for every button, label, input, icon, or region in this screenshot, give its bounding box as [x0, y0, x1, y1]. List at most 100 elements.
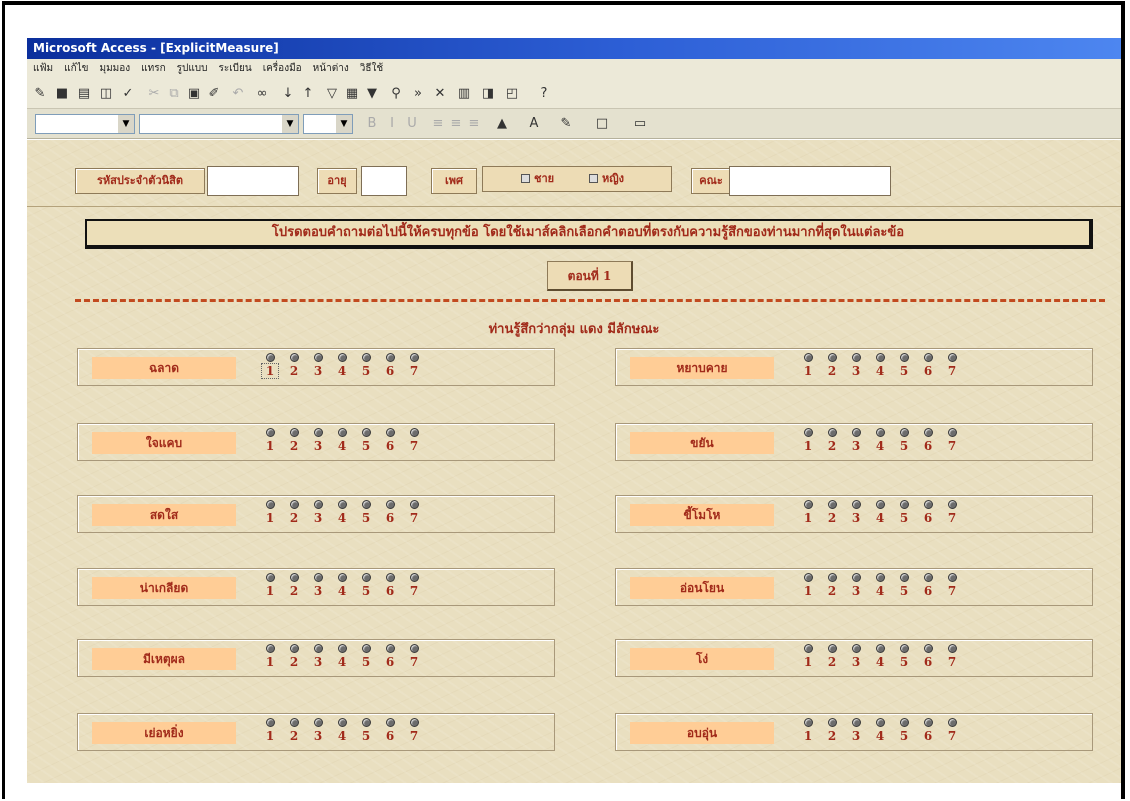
rating-option[interactable]: 7: [944, 573, 960, 603]
radio-button[interactable]: [899, 353, 909, 362]
menu-item[interactable]: หน้าต่าง: [313, 63, 349, 74]
rating-option[interactable]: 6: [920, 644, 936, 674]
rating-option[interactable]: 7: [406, 644, 422, 674]
align-left-icon[interactable]: ≡: [429, 115, 447, 133]
radio-button[interactable]: [409, 353, 419, 362]
rating-option[interactable]: 1: [800, 718, 816, 748]
menu-item[interactable]: แทรก: [141, 63, 165, 74]
copy-icon[interactable]: ⧉: [165, 85, 183, 103]
radio-button[interactable]: [313, 573, 323, 582]
rating-option[interactable]: 3: [310, 500, 326, 530]
rating-option[interactable]: 5: [358, 428, 374, 458]
radio-button[interactable]: [899, 500, 909, 509]
rating-option[interactable]: 7: [944, 353, 960, 383]
rating-option[interactable]: 1: [262, 718, 278, 748]
radio-button[interactable]: [361, 573, 371, 582]
rating-option[interactable]: 7: [944, 644, 960, 674]
radio-button[interactable]: [361, 500, 371, 509]
section-1-button[interactable]: ตอนที่ 1: [547, 261, 633, 291]
rating-option[interactable]: 3: [310, 573, 326, 603]
rating-option[interactable]: 4: [334, 573, 350, 603]
radio-button[interactable]: [265, 573, 275, 582]
radio-button[interactable]: [361, 644, 371, 653]
rating-option[interactable]: 6: [920, 353, 936, 383]
rating-option[interactable]: 5: [358, 500, 374, 530]
radio-button[interactable]: [313, 500, 323, 509]
rating-option[interactable]: 4: [872, 573, 888, 603]
font-size-combo[interactable]: ▼: [303, 114, 353, 134]
sort-descending-icon[interactable]: ↑: [299, 85, 317, 103]
rating-option[interactable]: 6: [920, 428, 936, 458]
faculty-input[interactable]: [729, 166, 891, 196]
radio-button[interactable]: [827, 573, 837, 582]
database-window-icon[interactable]: ◨: [479, 85, 497, 103]
radio-button[interactable]: [923, 353, 933, 362]
radio-button[interactable]: [875, 353, 885, 362]
radio-button[interactable]: [385, 353, 395, 362]
rating-option[interactable]: 1: [262, 428, 278, 458]
menu-item[interactable]: แก้ไข: [64, 63, 88, 74]
rating-option[interactable]: 1: [262, 500, 278, 530]
help-icon[interactable]: ?: [535, 85, 553, 103]
rating-option[interactable]: 2: [286, 500, 302, 530]
male-checkbox[interactable]: [521, 174, 530, 183]
rating-option[interactable]: 4: [334, 428, 350, 458]
radio-button[interactable]: [899, 644, 909, 653]
cut-icon[interactable]: ✂: [145, 85, 163, 103]
radio-button[interactable]: [947, 500, 957, 509]
undo-icon[interactable]: ↶: [229, 85, 247, 103]
align-center-icon[interactable]: ≡: [447, 115, 465, 133]
radio-button[interactable]: [803, 573, 813, 582]
rating-option[interactable]: 6: [382, 644, 398, 674]
radio-button[interactable]: [409, 428, 419, 437]
format-painter-icon[interactable]: ✐: [205, 85, 223, 103]
radio-button[interactable]: [875, 644, 885, 653]
line-color-icon[interactable]: ✎: [557, 115, 575, 133]
rating-option[interactable]: 3: [848, 353, 864, 383]
rating-option[interactable]: 1: [261, 353, 279, 383]
radio-button[interactable]: [361, 353, 371, 362]
rating-option[interactable]: 5: [896, 428, 912, 458]
radio-button[interactable]: [899, 718, 909, 727]
rating-option[interactable]: 4: [872, 353, 888, 383]
apply-filter-icon[interactable]: ▼: [363, 85, 381, 103]
rating-option[interactable]: 3: [848, 573, 864, 603]
radio-button[interactable]: [827, 353, 837, 362]
rating-option[interactable]: 7: [944, 718, 960, 748]
radio-button[interactable]: [265, 500, 275, 509]
radio-button[interactable]: [923, 644, 933, 653]
rating-option[interactable]: 3: [310, 353, 326, 383]
menu-item[interactable]: เครื่องมือ: [263, 63, 302, 74]
hyperlink-icon[interactable]: ∞: [253, 85, 271, 103]
radio-button[interactable]: [289, 573, 299, 582]
radio-button[interactable]: [851, 644, 861, 653]
print-preview-icon[interactable]: ◫: [97, 85, 115, 103]
rating-option[interactable]: 7: [406, 718, 422, 748]
rating-option[interactable]: 2: [824, 718, 840, 748]
radio-button[interactable]: [947, 573, 957, 582]
rating-option[interactable]: 7: [944, 428, 960, 458]
radio-button[interactable]: [385, 644, 395, 653]
radio-button[interactable]: [385, 428, 395, 437]
underline-icon[interactable]: U: [403, 115, 421, 133]
radio-button[interactable]: [851, 500, 861, 509]
rating-option[interactable]: 1: [800, 428, 816, 458]
sort-ascending-icon[interactable]: ↓: [279, 85, 297, 103]
rating-option[interactable]: 2: [824, 353, 840, 383]
radio-button[interactable]: [313, 718, 323, 727]
rating-option[interactable]: 7: [406, 353, 422, 383]
fill-color-icon[interactable]: ▲: [493, 115, 511, 133]
radio-button[interactable]: [313, 428, 323, 437]
radio-button[interactable]: [385, 500, 395, 509]
rating-option[interactable]: 3: [310, 644, 326, 674]
rating-option[interactable]: 5: [358, 353, 374, 383]
spelling-icon[interactable]: ✓: [119, 85, 137, 103]
radio-button[interactable]: [289, 353, 299, 362]
rating-option[interactable]: 1: [800, 644, 816, 674]
radio-button[interactable]: [289, 428, 299, 437]
new-object-icon[interactable]: ◰: [503, 85, 521, 103]
rating-option[interactable]: 2: [286, 644, 302, 674]
align-right-icon[interactable]: ≡: [465, 115, 483, 133]
radio-button[interactable]: [265, 428, 275, 437]
rating-option[interactable]: 5: [896, 353, 912, 383]
